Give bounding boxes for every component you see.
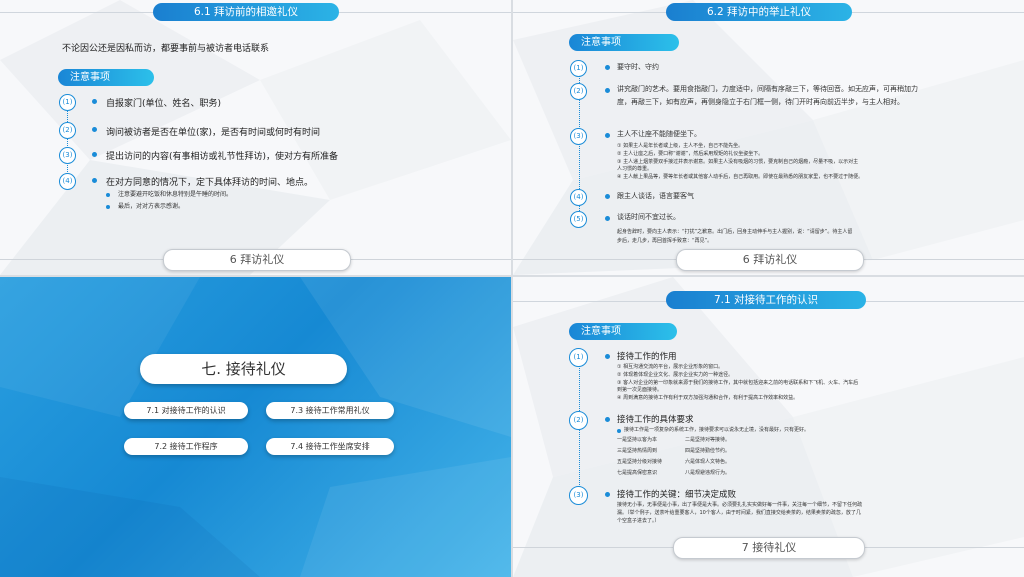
- number-badge: (3): [59, 147, 76, 164]
- bullet-dot: [92, 127, 97, 132]
- number-badge: (2): [570, 83, 587, 100]
- bullet-dot: [605, 65, 610, 70]
- detail-text: ③ 客人对企业的第一印象就来源于我们的接待工作，其中就包括迎来之前的电话联系和下…: [617, 380, 859, 386]
- detail-text: 到第一次见面接待。: [617, 387, 663, 393]
- grid-cell: 七是提高保密意识: [617, 470, 658, 476]
- bullet-dot: [605, 492, 610, 497]
- slide-header: 6.1 拜访前的相邀礼仪: [153, 3, 339, 21]
- section-label: 注意事项: [569, 323, 677, 340]
- bullet-dot: [605, 417, 610, 422]
- bullet-dot: [605, 354, 610, 359]
- item-text: 讲究敲门的艺术。要用食指敲门，力度适中，间隔有序敲三下，等待回音。如无应声，可再…: [617, 85, 918, 93]
- detail-text: ① 相互沟通交流的平台，展示企业形象的窗口。: [617, 364, 724, 370]
- link-7-1[interactable]: 7.1 对接待工作的认识: [124, 402, 248, 419]
- footer-label: 7 接待礼仪: [673, 537, 865, 559]
- grid-cell: 三是坚持热情周到: [617, 448, 658, 454]
- number-badge: (1): [59, 94, 76, 111]
- number-badge: (4): [59, 173, 76, 190]
- sub-bullet-dot: [106, 193, 110, 197]
- item-text: 要守时、守约: [617, 63, 659, 71]
- slide-6-1: 6.1 拜访前的相邀礼仪 不论因公还是因私而访，都要事前与被访者电话联系 注意事…: [0, 0, 511, 275]
- detail-text: ① 如果主人是年长者或上级，主人不坐，自己不能先坐。: [617, 143, 744, 149]
- sub-bullet-dot: [106, 205, 110, 209]
- timeline-line: [67, 110, 68, 180]
- background-texture: [0, 277, 511, 577]
- item-text: 跟主人谈话，语言要客气: [617, 192, 694, 200]
- sub-bullet-dot: [617, 429, 621, 433]
- grid-cell: 六是体现人文特色。: [685, 459, 731, 465]
- section-label: 注意事项: [58, 69, 154, 86]
- item-text: 主人不让座不能随便坐下。: [617, 130, 701, 138]
- grid-cell: 二是坚持对等接待。: [685, 437, 731, 443]
- grid-cell: 四是坚持勤俭节约。: [685, 448, 731, 454]
- slide-header: 7.1 对接待工作的认识: [666, 291, 866, 309]
- detail-text: ③ 主人递上烟茶要双手接过并表示谢意。如果主人没有吸烟的习惯，要克制自己的烟瘾，…: [617, 159, 859, 165]
- detail-text: 人习惯的尊重。: [617, 166, 653, 172]
- detail-text: ② 主人让座之后，要口称“谢谢”，然后采用规矩的礼仪坐姿坐下。: [617, 151, 764, 157]
- detail-text: 接待无小事，无事便是小事，出了事便是大事。必须要扎扎实实做好每一件事，关注每一个…: [617, 502, 863, 508]
- grid-cell: 五是坚持分级对接待: [617, 459, 663, 465]
- sub-item-text: 最后，对对方表示感谢。: [118, 203, 185, 210]
- bullet-dot: [605, 216, 610, 221]
- grid-cell: 一是坚持以客为本: [617, 437, 658, 443]
- footer-label: 6 拜访礼仪: [163, 249, 351, 271]
- item-text: 度，再敲三下，如有应声，再侧身隐立于右门框一侧，待门开时再向前迈半步，与主人相对…: [617, 98, 904, 106]
- item-title: 接待工作的关键：细节决定成败: [617, 490, 737, 500]
- bullet-dot: [92, 99, 97, 104]
- link-7-3[interactable]: 7.3 接待工作常用礼仪: [266, 402, 394, 419]
- lead-text: 接待工作是一项复杂的系统工作，接待要求可以说永无止境，没有最好，只有更好。: [624, 427, 810, 433]
- slide-6-2: 6.2 拜访中的举止礼仪 注意事项 (1) 要守时、守约 (2) 讲究敲门的艺术…: [513, 0, 1024, 275]
- detail-text: ② 体现着体现企业文化、展示企业实力的一种途径。: [617, 372, 734, 378]
- item-text: 谈话时间不宜过长。: [617, 213, 680, 221]
- bullet-dot: [92, 152, 97, 157]
- item-title: 接待工作的具体要求: [617, 415, 694, 425]
- bullet-dot: [92, 178, 97, 183]
- number-badge: (2): [569, 411, 588, 430]
- number-badge: (5): [570, 211, 587, 228]
- item-title: 接待工作的作用: [617, 352, 677, 362]
- number-badge: (2): [59, 122, 76, 139]
- detail-text: 起身告辞时，要向主人表示：“打扰”之歉意。出门后，回身主动伸手与主人握别，说：“…: [617, 229, 853, 235]
- item-text: 在对方同意的情况下，定下具体拜访的时间、地点。: [106, 178, 314, 188]
- number-badge: (1): [569, 348, 588, 367]
- number-badge: (4): [570, 189, 587, 206]
- slide-header: 6.2 拜访中的举止礼仪: [666, 3, 852, 21]
- number-badge: (1): [570, 60, 587, 77]
- number-badge: (3): [570, 128, 587, 145]
- grid-cell: 八是规避违规行为。: [685, 470, 731, 476]
- bullet-dot: [605, 88, 610, 93]
- detail-text: ④ 周到满意的接待工作有利于双方加强沟通和合作，有利于提高工作效率和效益。: [617, 395, 799, 401]
- bullet-dot: [605, 194, 610, 199]
- item-text: 询问被访者是否在单位(家)，是否有时间或何时有时间: [106, 128, 321, 138]
- sub-item-text: 注意要避开吃饭和休息特别是午睡的时间。: [118, 191, 233, 198]
- link-7-4[interactable]: 7.4 接待工作坐席安排: [266, 438, 394, 455]
- link-7-2[interactable]: 7.2 接待工作程序: [124, 438, 248, 455]
- detail-text: 漏。（举个例子，送茶叶给重要客人，10个客人，由于时间紧，我们直接交给卖茶的，结…: [617, 510, 861, 516]
- bullet-dot: [605, 133, 610, 138]
- item-text: 自报家门(单位、姓名、职务): [106, 99, 222, 109]
- section-title: 七. 接待礼仪: [140, 354, 347, 384]
- detail-text: 个空盒子进去了。）: [617, 518, 660, 524]
- section-title-slide: 七. 接待礼仪 7.1 对接待工作的认识 7.3 接待工作常用礼仪 7.2 接待…: [0, 277, 511, 577]
- number-badge: (3): [569, 486, 588, 505]
- section-label: 注意事项: [569, 34, 679, 51]
- intro-text: 不论因公还是因私而访，都要事前与被访者电话联系: [62, 44, 270, 54]
- detail-text: ④ 主人献上果品等，要等年长者或其他客人动手后，自己再取用。即使在最熟悉的朋友家…: [617, 174, 864, 180]
- detail-text: 步后，走几步，再回首挥手致意：“再见”。: [617, 238, 713, 244]
- footer-label: 6 拜访礼仪: [676, 249, 864, 271]
- item-text: 提出访问的内容(有事相访或礼节性拜访)，使对方有所准备: [106, 152, 339, 162]
- slide-7-1: 7.1 对接待工作的认识 注意事项 (1) 接待工作的作用 ① 相互沟通交流的平…: [513, 277, 1024, 577]
